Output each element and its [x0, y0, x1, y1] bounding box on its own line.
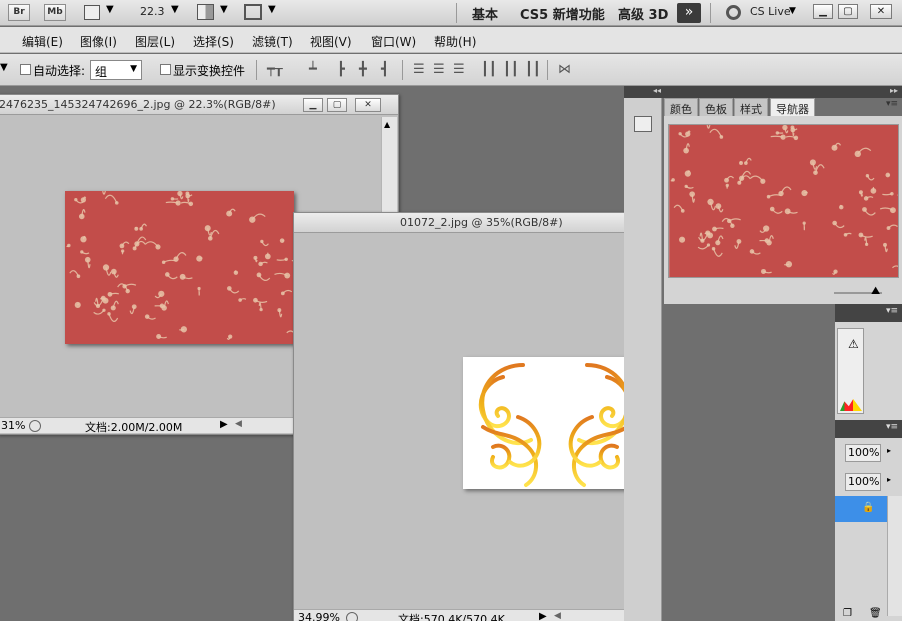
- auto-select-label: 自动选择:: [33, 64, 86, 78]
- tab-color[interactable]: 颜色: [664, 98, 698, 116]
- show-transform-label: 显示变换控件: [173, 64, 246, 78]
- gold-ornament-image: [463, 357, 647, 489]
- tab-swatches[interactable]: 色板: [699, 98, 733, 116]
- close-icon[interactable]: ✕: [870, 4, 892, 19]
- screen-mode-icon[interactable]: [244, 4, 262, 20]
- cs-live-button[interactable]: CS Live: [750, 5, 791, 18]
- chevron-down-icon[interactable]: ▼: [268, 4, 276, 15]
- chevron-down-icon[interactable]: ▼: [789, 6, 796, 16]
- panel-menu-icon[interactable]: ▾≡: [886, 306, 898, 316]
- workspace-essentials[interactable]: 基本: [472, 4, 498, 23]
- histogram-panel: ⚠: [835, 322, 902, 420]
- menu-select[interactable]: 选择(S): [193, 33, 234, 50]
- menu-bar: 编辑(E) 图像(I) 图层(L) 选择(S) 滤镜(T) 视图(V) 窗口(W…: [0, 27, 902, 53]
- document-2-zoom[interactable]: 34.99%: [298, 611, 340, 621]
- maximize-icon[interactable]: ▢: [838, 4, 858, 19]
- film-strip-icon[interactable]: [84, 5, 100, 20]
- menu-edit[interactable]: 编辑(E): [22, 33, 63, 50]
- auto-select-dropdown[interactable]: 组 ▼: [90, 60, 142, 80]
- chevron-down-icon: ▼: [130, 64, 137, 74]
- histogram-chart: [840, 399, 862, 411]
- align-bottom-icon[interactable]: ┷: [309, 62, 317, 77]
- navigator-panel: ⛰: [664, 116, 902, 304]
- panel-menu-icon[interactable]: ▾≡: [886, 99, 898, 109]
- opacity-field[interactable]: 100%: [845, 444, 881, 462]
- mini-bridge-button[interactable]: Mb: [44, 4, 66, 21]
- document-1-file-size: 文档:2.00M/2.00M: [85, 421, 183, 434]
- auto-select-checkbox[interactable]: [20, 64, 31, 75]
- align-left-icon[interactable]: ┣: [337, 62, 345, 77]
- document-2-file-size: 文档:570.4K/570.4K: [398, 613, 505, 621]
- bridge-button[interactable]: Br: [8, 4, 30, 21]
- distribute-vcenter-icon[interactable]: ☰: [433, 62, 445, 77]
- navigator-thumbnail[interactable]: [668, 124, 899, 278]
- tool-preset-chevron-icon[interactable]: ▼: [0, 62, 8, 73]
- tab-navigator[interactable]: 导航器: [770, 98, 815, 116]
- scroll-up-icon[interactable]: ▲: [384, 120, 390, 129]
- auto-align-icon[interactable]: ⋈: [558, 62, 571, 77]
- align-right-icon[interactable]: ┫: [381, 62, 389, 77]
- cs-live-icon: [726, 5, 741, 20]
- tab-styles[interactable]: 样式: [734, 98, 768, 116]
- selected-layer-row[interactable]: 🔒: [835, 496, 887, 522]
- status-menu-arrow-icon[interactable]: ▶: [220, 419, 228, 430]
- document-2-title: 01072_2.jpg @ 35%(RGB/8#): [400, 216, 563, 229]
- status-info-icon[interactable]: [346, 612, 358, 621]
- new-layer-icon[interactable]: ❐: [843, 608, 852, 619]
- layers-panel-header: ▾≡: [835, 420, 902, 438]
- opacity-arrow-icon[interactable]: ▸: [887, 446, 891, 455]
- minimize-icon[interactable]: ▁: [303, 98, 323, 112]
- scroll-left-icon[interactable]: ◀: [235, 419, 242, 429]
- distribute-right-icon[interactable]: ┃┃: [525, 62, 541, 77]
- menu-window[interactable]: 窗口(W): [371, 33, 416, 50]
- status-menu-arrow-icon[interactable]: ▶: [539, 611, 547, 621]
- arrange-documents-icon[interactable]: [197, 4, 214, 20]
- auto-select-value: 组: [95, 65, 108, 79]
- fill-field[interactable]: 100%: [845, 473, 881, 491]
- lock-icon: 🔒: [862, 502, 875, 513]
- more-workspaces-icon[interactable]: »: [677, 3, 701, 23]
- layers-scrollbar[interactable]: [887, 496, 902, 616]
- panel-menu-icon[interactable]: ▾≡: [886, 422, 898, 432]
- expand-icon[interactable]: ▸▸: [664, 86, 902, 98]
- show-transform-checkbox[interactable]: [160, 64, 171, 75]
- distribute-left-icon[interactable]: ┃┃: [481, 62, 497, 77]
- document-1-title: 2476235_145324742696_2.jpg @ 22.3%(RGB/8…: [0, 98, 276, 111]
- delete-layer-icon[interactable]: 🗑: [869, 608, 882, 619]
- maximize-icon[interactable]: ▢: [327, 98, 347, 112]
- chevron-down-icon[interactable]: ▼: [220, 4, 228, 15]
- document-1-zoom[interactable]: 31%: [1, 419, 25, 432]
- histogram-panel-header: ▾≡: [835, 304, 902, 322]
- status-info-icon[interactable]: [29, 420, 41, 432]
- history-panel-icon[interactable]: [634, 116, 652, 132]
- menu-filter[interactable]: 滤镜(T): [252, 33, 293, 50]
- zoom-in-icon[interactable]: ⛰: [871, 284, 880, 298]
- fill-arrow-icon[interactable]: ▸: [887, 475, 891, 484]
- close-icon[interactable]: ✕: [355, 98, 381, 112]
- collapse-icon[interactable]: ◂◂: [624, 86, 664, 98]
- red-floral-image: [65, 185, 304, 344]
- distribute-bottom-icon[interactable]: ☰: [453, 62, 465, 77]
- align-hcenter-icon[interactable]: ╋: [359, 62, 367, 77]
- workspace-advanced-3d[interactable]: 高级 3D: [618, 4, 668, 23]
- warning-icon[interactable]: ⚠: [848, 337, 859, 351]
- menu-image[interactable]: 图像(I): [80, 33, 117, 50]
- menu-layer[interactable]: 图层(L): [135, 33, 175, 50]
- chevron-down-icon[interactable]: ▼: [171, 4, 179, 15]
- application-bar: Br Mb ▼ 22.3 ▼ ▼ ▼ 基本 CS5 新增功能 高级 3D » C…: [0, 0, 902, 26]
- histogram-graph: ⚠: [837, 328, 864, 414]
- menu-help[interactable]: 帮助(H): [434, 33, 476, 50]
- distribute-hcenter-icon[interactable]: ┃┃: [503, 62, 519, 77]
- workspace-cs5-new[interactable]: CS5 新增功能: [520, 4, 605, 23]
- menu-view[interactable]: 视图(V): [310, 33, 352, 50]
- chevron-down-icon[interactable]: ▼: [106, 4, 114, 15]
- collapsed-panel-strip: [624, 86, 662, 621]
- scroll-left-icon[interactable]: ◀: [554, 611, 561, 621]
- distribute-top-icon[interactable]: ☰: [413, 62, 425, 77]
- zoom-level[interactable]: 22.3: [140, 5, 165, 18]
- options-bar: ▼ 自动选择: 组 ▼ 显示变换控件 ┯┰ ┷ ┣ ╋ ┫ ☰ ☰ ☰ ┃┃ ┃…: [0, 54, 902, 86]
- minimize-icon[interactable]: ▁: [813, 4, 833, 19]
- layers-panel: 100% ▸ 100% ▸ 🔒 ❐ 🗑: [835, 438, 902, 621]
- align-top-icon[interactable]: ┯┰: [267, 62, 283, 77]
